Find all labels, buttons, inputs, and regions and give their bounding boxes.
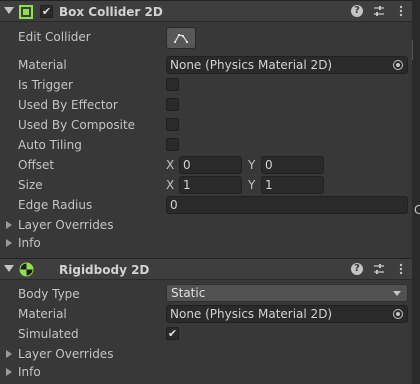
component-title: Rigidbody 2D bbox=[59, 263, 150, 277]
info-foldout[interactable]: Info bbox=[0, 233, 412, 253]
body-type-value: Static bbox=[171, 286, 206, 300]
material-row: Material None (Physics Material 2D) bbox=[0, 55, 412, 75]
auto-tiling-row: Auto Tiling bbox=[0, 135, 412, 155]
is-trigger-checkbox[interactable] bbox=[166, 78, 179, 91]
offset-row: Offset X 0 Y 0 bbox=[0, 155, 412, 175]
material-object-field[interactable]: None (Physics Material 2D) bbox=[166, 56, 408, 74]
auto-tiling-checkbox[interactable] bbox=[166, 138, 179, 151]
info-label: Info bbox=[18, 236, 41, 250]
used-by-composite-checkbox[interactable] bbox=[166, 118, 179, 131]
more-menu-icon[interactable] bbox=[394, 262, 408, 276]
edit-collider-row: Edit Collider bbox=[0, 27, 412, 51]
object-picker-icon[interactable] bbox=[393, 60, 403, 70]
offset-x-axis-label[interactable]: X bbox=[166, 158, 174, 172]
foldout-collapsed-icon[interactable] bbox=[6, 239, 12, 247]
simulated-checkbox[interactable]: ✔ bbox=[166, 327, 179, 340]
help-icon[interactable]: ? bbox=[350, 262, 364, 276]
offset-y-field[interactable]: 0 bbox=[261, 156, 324, 174]
material-value: None (Physics Material 2D) bbox=[170, 58, 333, 72]
rb-material-object-field[interactable]: None (Physics Material 2D) bbox=[166, 305, 408, 323]
header-actions: ? bbox=[350, 262, 408, 276]
layer-overrides-label: Layer Overrides bbox=[18, 218, 114, 232]
layer-overrides-label: Layer Overrides bbox=[18, 347, 114, 361]
adjacent-field-edge bbox=[412, 40, 420, 60]
sliders-icon bbox=[374, 6, 384, 16]
size-row: Size X 1 Y 1 bbox=[0, 175, 412, 195]
foldout-expanded-icon[interactable] bbox=[4, 7, 14, 14]
size-x-field[interactable]: 1 bbox=[179, 176, 242, 194]
material-label: Material bbox=[18, 58, 67, 72]
body-type-dropdown[interactable]: Static bbox=[166, 284, 408, 302]
used-by-effector-row: Used By Effector bbox=[0, 95, 412, 115]
rb-layer-overrides-foldout[interactable]: Layer Overrides bbox=[0, 344, 412, 364]
edge-radius-row: Edge Radius 0 bbox=[0, 195, 412, 215]
offset-label: Offset bbox=[18, 158, 55, 172]
foldout-collapsed-icon[interactable] bbox=[6, 221, 12, 229]
size-y-axis-label[interactable]: Y bbox=[248, 178, 255, 192]
presets-icon[interactable] bbox=[372, 4, 386, 18]
used-by-effector-label: Used By Effector bbox=[18, 98, 118, 112]
size-y-field[interactable]: 1 bbox=[261, 176, 324, 194]
edge-radius-field[interactable]: 0 bbox=[166, 196, 408, 214]
edge-radius-label: Edge Radius bbox=[18, 198, 93, 212]
help-icon[interactable]: ? bbox=[350, 4, 364, 18]
simulated-row: Simulated ✔ bbox=[0, 324, 412, 344]
layer-overrides-foldout[interactable]: Layer Overrides bbox=[0, 215, 412, 235]
is-trigger-row: Is Trigger bbox=[0, 75, 412, 95]
offset-y-axis-label[interactable]: Y bbox=[248, 158, 255, 172]
used-by-composite-row: Used By Composite bbox=[0, 115, 412, 135]
edit-collider-label: Edit Collider bbox=[18, 30, 91, 44]
foldout-collapsed-icon[interactable] bbox=[6, 350, 12, 358]
edit-collider-button[interactable] bbox=[166, 27, 196, 49]
material-label: Material bbox=[18, 307, 67, 321]
rb-material-row: Material None (Physics Material 2D) bbox=[0, 304, 412, 324]
sliders-icon bbox=[374, 264, 384, 274]
box-collider-header[interactable]: ✔ Box Collider 2D ? bbox=[0, 0, 412, 22]
size-label: Size bbox=[18, 178, 43, 192]
rigidbody-icon bbox=[19, 262, 34, 277]
inspector-panel: ✔ Box Collider 2D ? Edit Collider Materi… bbox=[0, 0, 412, 384]
more-menu-icon[interactable] bbox=[394, 4, 408, 18]
material-value: None (Physics Material 2D) bbox=[170, 307, 333, 321]
is-trigger-label: Is Trigger bbox=[18, 78, 73, 92]
adjacent-panel-edge: C bbox=[412, 0, 420, 384]
box-collider-icon bbox=[19, 5, 33, 19]
offset-x-field[interactable]: 0 bbox=[179, 156, 242, 174]
edit-polygon-icon bbox=[174, 34, 188, 43]
chevron-down-icon bbox=[393, 291, 401, 296]
size-x-axis-label[interactable]: X bbox=[166, 178, 174, 192]
component-title: Box Collider 2D bbox=[59, 5, 163, 19]
object-picker-icon[interactable] bbox=[393, 309, 403, 319]
body-type-label: Body Type bbox=[18, 287, 80, 301]
auto-tiling-label: Auto Tiling bbox=[18, 138, 82, 152]
foldout-collapsed-icon[interactable] bbox=[6, 368, 12, 376]
rb-info-foldout[interactable]: Info bbox=[0, 362, 412, 382]
info-label: Info bbox=[18, 365, 41, 379]
presets-icon[interactable] bbox=[372, 262, 386, 276]
body-type-row: Body Type Static bbox=[0, 284, 412, 304]
simulated-label: Simulated bbox=[18, 327, 79, 341]
used-by-composite-label: Used By Composite bbox=[18, 118, 136, 132]
rigidbody-header[interactable]: Rigidbody 2D ? bbox=[0, 258, 412, 280]
component-enabled-checkbox[interactable]: ✔ bbox=[40, 5, 53, 18]
clipped-text: C bbox=[414, 203, 420, 217]
foldout-expanded-icon[interactable] bbox=[4, 265, 14, 272]
header-actions: ? bbox=[350, 4, 408, 18]
used-by-effector-checkbox[interactable] bbox=[166, 98, 179, 111]
